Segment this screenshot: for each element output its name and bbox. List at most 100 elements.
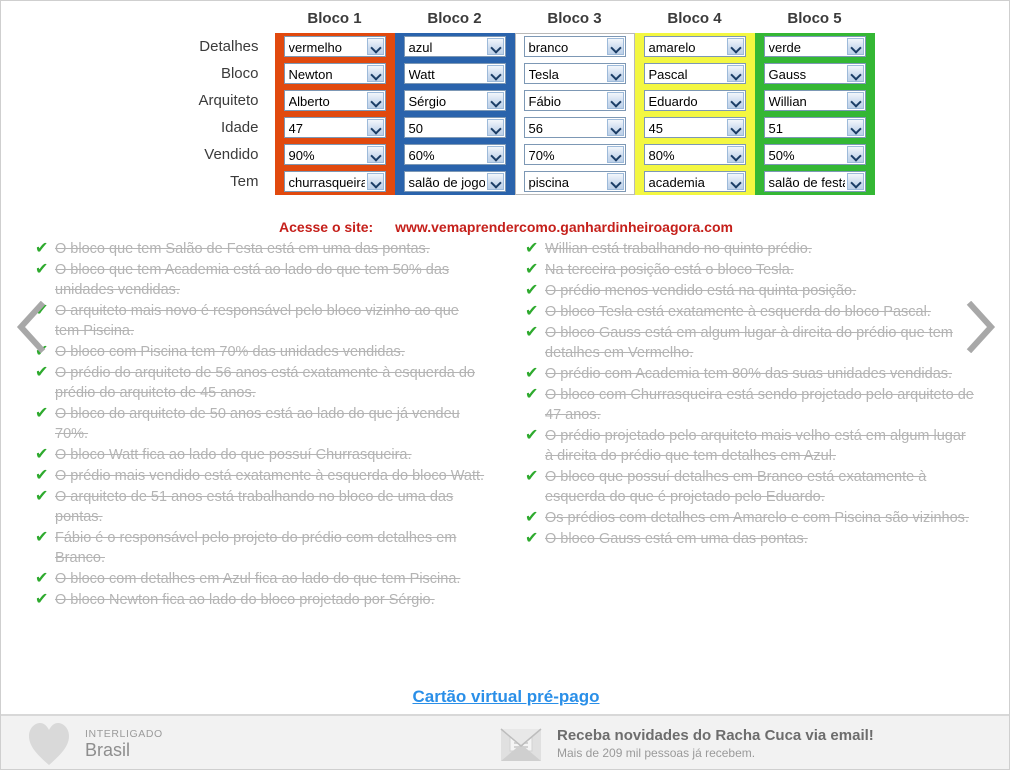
select-tem-bloco-3[interactable]: piscina [523, 171, 626, 192]
chevron-down-icon[interactable] [726, 119, 744, 136]
check-icon: ✔ [525, 386, 539, 403]
select-detalhes-bloco-2[interactable]: azul [403, 36, 506, 57]
chevron-down-icon[interactable] [366, 146, 384, 163]
select-detalhes-bloco-4[interactable]: amarelo [643, 36, 746, 57]
select-idade-bloco-1[interactable]: 47 [283, 117, 386, 138]
chevron-down-icon[interactable] [606, 65, 624, 82]
clue-item[interactable]: ✔ O prédio do arquiteto de 56 anos está e… [31, 363, 487, 403]
select-arquiteto-bloco-1[interactable]: Alberto [283, 90, 386, 111]
chevron-down-icon[interactable] [846, 119, 864, 136]
select-vendido-bloco-3[interactable]: 70% [523, 144, 626, 165]
clue-item[interactable]: ✔ Os prédios com detalhes em Amarelo e co… [521, 508, 977, 528]
chevron-right-icon[interactable] [963, 301, 997, 353]
select-tem-bloco-4[interactable]: academia [643, 171, 746, 192]
check-icon: ✔ [35, 261, 49, 278]
select-arquiteto-bloco-2[interactable]: Sérgio [403, 90, 506, 111]
clue-item[interactable]: ✔ O prédio projetado pelo arquiteto mais … [521, 426, 977, 466]
select-bloco-bloco-2[interactable]: Watt [403, 63, 506, 84]
chevron-down-icon[interactable] [366, 92, 384, 109]
clue-item[interactable]: ✔ O bloco Gauss está em uma das pontas. [521, 529, 977, 549]
chevron-down-icon[interactable] [486, 173, 504, 190]
select-detalhes-bloco-5[interactable]: verde [763, 36, 866, 57]
clue-item[interactable]: ✔ Fábio é o responsável pelo projeto do p… [31, 528, 487, 568]
clue-item[interactable]: ✔ O bloco que tem Academia está ao lado d… [31, 260, 487, 300]
select-arquiteto-bloco-5[interactable]: Willian [763, 90, 866, 111]
select-vendido-bloco-2[interactable]: 60% [403, 144, 506, 165]
chevron-down-icon[interactable] [726, 173, 744, 190]
chevron-down-icon[interactable] [606, 119, 624, 136]
clue-item[interactable]: ✔ O arquiteto de 51 anos está trabalhando… [31, 487, 487, 527]
chevron-down-icon[interactable] [486, 92, 504, 109]
chevron-down-icon[interactable] [366, 173, 384, 190]
select-vendido-bloco-5[interactable]: 50% [763, 144, 866, 165]
chevron-left-icon[interactable] [15, 301, 49, 353]
clue-item[interactable]: ✔ O bloco do arquiteto de 50 anos está ao… [31, 404, 487, 444]
clue-item[interactable]: ✔ O prédio mais vendido está exatamente à… [31, 466, 487, 486]
clue-item[interactable]: ✔ O bloco Newton fica ao lado do bloco pr… [31, 590, 487, 610]
chevron-down-icon[interactable] [606, 92, 624, 109]
select-value: branco [528, 40, 569, 55]
chevron-down-icon[interactable] [366, 119, 384, 136]
chevron-down-icon[interactable] [486, 146, 504, 163]
select-idade-bloco-4[interactable]: 45 [643, 117, 746, 138]
select-bloco-bloco-4[interactable]: Pascal [643, 63, 746, 84]
select-idade-bloco-5[interactable]: 51 [763, 117, 866, 138]
chevron-down-icon[interactable] [606, 173, 624, 190]
newsletter-subtitle: Mais de 209 mil pessoas já recebem. [557, 745, 756, 760]
prepaid-card-link[interactable]: Cartão virtual pré-pago [412, 687, 599, 706]
chevron-down-icon[interactable] [486, 119, 504, 136]
select-idade-bloco-3[interactable]: 56 [523, 117, 626, 138]
chevron-down-icon[interactable] [846, 65, 864, 82]
row-label-detalhes: Detalhes [199, 38, 259, 55]
clue-item[interactable]: ✔ O arquiteto mais novo é responsável pel… [31, 301, 487, 341]
clue-item[interactable]: ✔ O bloco com detalhes em Azul fica ao la… [31, 569, 487, 589]
chevron-down-icon[interactable] [846, 173, 864, 190]
select-detalhes-bloco-3[interactable]: branco [523, 36, 626, 57]
select-bloco-bloco-3[interactable]: Tesla [523, 63, 626, 84]
footer-newsletter[interactable]: Receba novidades do Racha Cuca via email… [497, 723, 874, 765]
clue-item[interactable]: ✔ O prédio com Academia tem 80% das suas … [521, 364, 977, 384]
clue-item[interactable]: ✔ O bloco com Churrasqueira está sendo pr… [521, 385, 977, 425]
table-row: Bloco Newton Watt Tesla Pascal Gauss [138, 60, 875, 87]
clue-item[interactable]: ✔ O bloco Watt fica ao lado do que possuí… [31, 445, 487, 465]
select-tem-bloco-2[interactable]: salão de jogos [403, 171, 506, 192]
clue-item[interactable]: ✔ O bloco que possuí detalhes em Branco e… [521, 467, 977, 507]
chevron-down-icon[interactable] [726, 38, 744, 55]
select-bloco-bloco-5[interactable]: Gauss [763, 63, 866, 84]
chevron-down-icon[interactable] [846, 146, 864, 163]
select-value: 80% [648, 148, 675, 163]
clue-item[interactable]: ✔ O bloco Tesla está exatamente à esquerd… [521, 302, 977, 322]
select-tem-bloco-1[interactable]: churrasqueira [283, 171, 386, 192]
select-vendido-bloco-1[interactable]: 90% [283, 144, 386, 165]
clue-item[interactable]: ✔ O prédio menos vendido está na quinta p… [521, 281, 977, 301]
clue-item[interactable]: ✔ Willian está trabalhando no quinto préd… [521, 239, 977, 259]
chevron-down-icon[interactable] [726, 92, 744, 109]
chevron-down-icon[interactable] [366, 65, 384, 82]
select-arquiteto-bloco-3[interactable]: Fábio [523, 90, 626, 111]
chevron-down-icon[interactable] [726, 146, 744, 163]
select-value: salão de jogos [408, 175, 485, 190]
chevron-down-icon[interactable] [486, 38, 504, 55]
select-arquiteto-bloco-4[interactable]: Eduardo [643, 90, 746, 111]
clue-item[interactable]: ✔ O bloco Gauss está em algum lugar à dir… [521, 323, 977, 363]
select-tem-bloco-5[interactable]: salão de festas [763, 171, 866, 192]
select-bloco-bloco-1[interactable]: Newton [283, 63, 386, 84]
row-label-tem: Tem [230, 173, 259, 190]
chevron-down-icon[interactable] [846, 38, 864, 55]
site-promo-url[interactable]: www.vemaprendercomo.ganhardinheiroagora.… [395, 219, 733, 235]
chevron-down-icon[interactable] [486, 65, 504, 82]
select-detalhes-bloco-1[interactable]: vermelho [283, 36, 386, 57]
clue-item[interactable]: ✔ O bloco que tem Salão de Festa está em … [31, 239, 487, 259]
chevron-down-icon[interactable] [606, 38, 624, 55]
chevron-down-icon[interactable] [366, 38, 384, 55]
select-value: Fábio [528, 94, 562, 109]
clue-item[interactable]: ✔ Na terceira posição está o bloco Tesla. [521, 260, 977, 280]
clue-item[interactable]: ✔ O bloco com Piscina tem 70% das unidade… [31, 342, 487, 362]
select-vendido-bloco-4[interactable]: 80% [643, 144, 746, 165]
select-idade-bloco-2[interactable]: 50 [403, 117, 506, 138]
chevron-down-icon[interactable] [726, 65, 744, 82]
chevron-down-icon[interactable] [606, 146, 624, 163]
chevron-down-icon[interactable] [846, 92, 864, 109]
check-icon: ✔ [35, 240, 49, 257]
table-row: Arquiteto Alberto Sérgio Fábio Eduardo Willia… [138, 87, 875, 114]
